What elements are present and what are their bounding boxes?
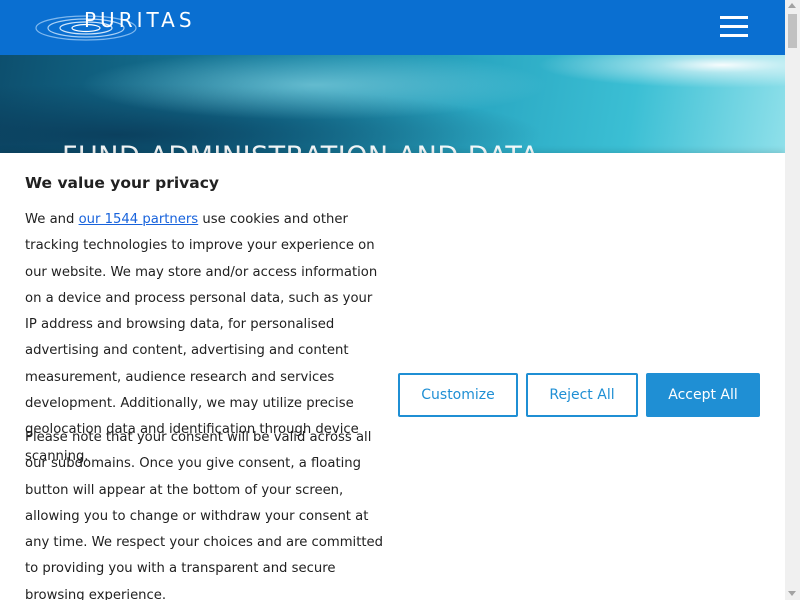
consent-text-prefix: We and bbox=[25, 212, 79, 227]
accept-all-button[interactable]: Accept All bbox=[646, 373, 760, 417]
consent-title: We value your privacy bbox=[25, 174, 220, 192]
cookie-consent-banner: We value your privacy We and our 1544 pa… bbox=[0, 153, 785, 600]
hero-banner: FUND ADMINISTRATION AND DATA bbox=[0, 55, 785, 155]
partners-link[interactable]: our 1544 partners bbox=[79, 212, 199, 227]
scroll-thumb[interactable] bbox=[788, 14, 797, 48]
hamburger-menu-icon[interactable] bbox=[720, 16, 750, 40]
consent-validity-note: Please note that your consent will be va… bbox=[25, 430, 384, 600]
brand-name: PURITAS bbox=[84, 8, 196, 32]
scroll-up-arrow-icon[interactable] bbox=[788, 3, 796, 8]
page-scrollbar[interactable] bbox=[785, 0, 800, 600]
scroll-down-arrow-icon[interactable] bbox=[788, 591, 796, 596]
site-header: PURITAS bbox=[0, 0, 785, 55]
reject-all-button[interactable]: Reject All bbox=[526, 373, 638, 417]
customize-button[interactable]: Customize bbox=[398, 373, 518, 417]
